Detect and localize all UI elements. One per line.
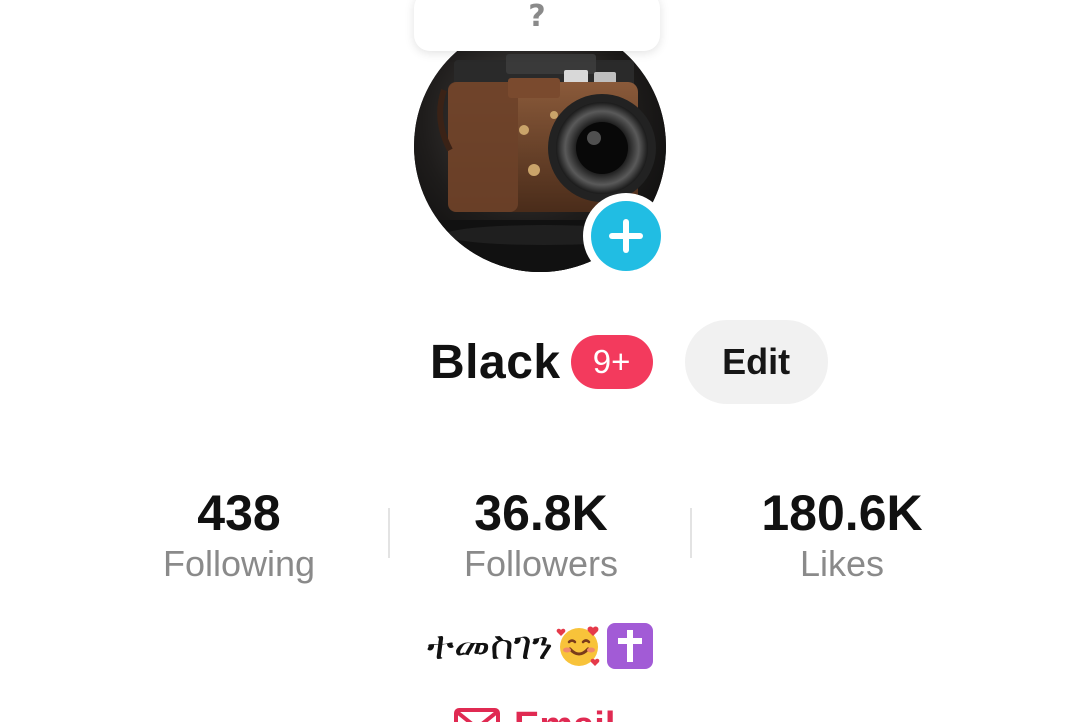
bio: ተመስገን bbox=[400, 620, 680, 672]
stat-following[interactable]: 438 Following bbox=[120, 484, 358, 586]
edit-profile-button[interactable]: Edit bbox=[684, 320, 828, 404]
email-link[interactable]: Email bbox=[454, 704, 615, 722]
tooltip-text: ? bbox=[528, 0, 546, 34]
stat-divider bbox=[690, 508, 692, 558]
notification-badge[interactable]: 9+ bbox=[570, 335, 653, 389]
username: Black bbox=[430, 335, 561, 389]
stat-divider bbox=[388, 508, 390, 558]
plus-icon bbox=[591, 201, 661, 271]
smiling-face-with-hearts-icon bbox=[556, 626, 600, 666]
tooltip-bubble[interactable]: ? bbox=[414, 0, 660, 51]
followers-count: 36.8K bbox=[474, 485, 608, 541]
following-count: 438 bbox=[197, 485, 281, 541]
add-avatar-button[interactable] bbox=[583, 193, 669, 279]
bio-text: ተመስገን bbox=[427, 623, 553, 669]
stat-likes[interactable]: 180.6K Likes bbox=[722, 484, 962, 586]
profile-page: ? Black 9+ Edit 438 Following 36.8K Foll… bbox=[0, 0, 1072, 722]
latin-cross-icon bbox=[606, 623, 653, 669]
likes-count: 180.6K bbox=[761, 485, 923, 541]
envelope-icon bbox=[454, 708, 500, 722]
likes-label: Likes bbox=[799, 543, 885, 584]
followers-label: Followers bbox=[463, 543, 619, 584]
profile-name-row: Black 9+ Edit bbox=[430, 320, 828, 404]
stat-followers[interactable]: 36.8K Followers bbox=[420, 484, 662, 586]
email-label: Email bbox=[514, 704, 615, 722]
following-label: Following bbox=[162, 543, 316, 584]
